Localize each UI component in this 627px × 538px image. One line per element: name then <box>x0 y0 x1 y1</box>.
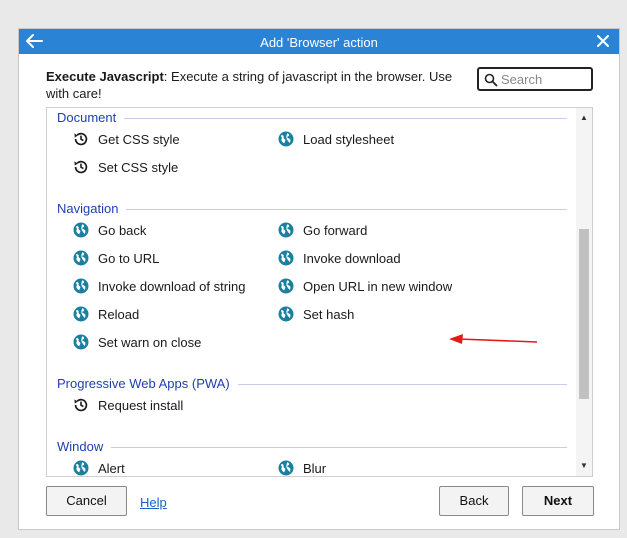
list-item-go-back[interactable]: Go back <box>73 220 146 240</box>
list-item-label: Alert <box>98 460 125 476</box>
globe-icon <box>73 222 89 238</box>
search-box[interactable] <box>477 67 593 91</box>
globe-icon <box>278 250 294 266</box>
section-pwa: Progressive Web Apps (PWA) <box>57 376 567 394</box>
search-input[interactable] <box>501 71 589 87</box>
section-label: Window <box>57 439 112 454</box>
dialog-titlebar: Add 'Browser' action <box>19 29 619 54</box>
list-item-set-warn-on-close[interactable]: Set warn on close <box>73 332 201 352</box>
back-button[interactable]: Back <box>439 486 509 516</box>
list-item-label: Invoke download of string <box>98 278 246 294</box>
list-item-go-forward[interactable]: Go forward <box>278 220 367 240</box>
globe-icon <box>73 306 89 322</box>
list-item-label: Request install <box>98 397 184 413</box>
next-button[interactable]: Next <box>522 486 594 516</box>
list-item-label: Open URL in new window <box>303 278 453 294</box>
section-label: Document <box>57 110 125 125</box>
list-item-set-hash[interactable]: Set hash <box>278 304 354 324</box>
section-divider <box>57 209 567 210</box>
globe-icon <box>278 278 294 294</box>
list-item-label: Get CSS style <box>98 131 180 147</box>
globe-icon <box>278 460 294 476</box>
scroll-down-icon[interactable]: ▼ <box>576 458 592 474</box>
refresh-clock-icon <box>73 159 89 175</box>
list-item-blur[interactable]: Blur <box>278 458 327 476</box>
refresh-clock-icon <box>73 397 89 413</box>
list-item-request-install[interactable]: Request install <box>73 395 183 415</box>
section-window: Window <box>57 439 567 457</box>
help-link[interactable]: Help <box>140 495 167 510</box>
dialog-title: Add 'Browser' action <box>260 35 378 50</box>
list-item-label: Go to URL <box>98 250 160 266</box>
section-label: Progressive Web Apps (PWA) <box>57 376 238 391</box>
list-item-set-css-style[interactable]: Set CSS style <box>73 157 178 177</box>
globe-icon <box>278 306 294 322</box>
action-name: Execute Javascript <box>46 69 164 84</box>
close-icon[interactable] <box>595 33 611 49</box>
refresh-clock-icon <box>73 131 89 147</box>
list-item-label: Go forward <box>303 222 368 238</box>
list-item-label: Set warn on close <box>98 334 202 350</box>
section-document: Document <box>57 110 567 128</box>
search-icon <box>484 73 498 87</box>
annotation-arrow-icon <box>449 334 538 344</box>
action-list[interactable]: Document Get CSS style Load stylesheet S… <box>46 107 593 477</box>
list-item-get-css-style[interactable]: Get CSS style <box>73 129 180 149</box>
list-item-invoke-download-of-string[interactable]: Invoke download of string <box>73 276 245 296</box>
add-browser-action-dialog: Add 'Browser' action Execute Javascript:… <box>18 28 620 530</box>
scroll-up-icon[interactable]: ▲ <box>576 110 592 126</box>
globe-icon <box>278 222 294 238</box>
list-item-open-url-in-new-window[interactable]: Open URL in new window <box>278 276 452 296</box>
list-item-invoke-download[interactable]: Invoke download <box>278 248 401 268</box>
section-navigation: Navigation <box>57 201 567 219</box>
list-item-go-to-url[interactable]: Go to URL <box>73 248 159 268</box>
list-item-label: Load stylesheet <box>303 131 395 147</box>
globe-icon <box>278 131 294 147</box>
section-divider <box>57 447 567 448</box>
list-item-label: Go back <box>98 222 147 238</box>
section-divider <box>57 118 567 119</box>
globe-icon <box>73 250 89 266</box>
vertical-scrollbar[interactable]: ▲ ▼ <box>576 108 592 476</box>
action-description: Execute Javascript: Execute a string of … <box>46 68 476 102</box>
globe-icon <box>73 334 89 350</box>
list-item-load-stylesheet[interactable]: Load stylesheet <box>278 129 394 149</box>
list-item-alert[interactable]: Alert <box>73 458 125 476</box>
globe-icon <box>73 278 89 294</box>
section-label: Navigation <box>57 201 127 216</box>
cancel-button[interactable]: Cancel <box>46 486 127 516</box>
list-item-label: Invoke download <box>303 250 401 266</box>
list-item-label: Set hash <box>303 306 355 322</box>
scrollbar-thumb[interactable] <box>579 229 589 399</box>
list-item-label: Set CSS style <box>98 159 179 175</box>
globe-icon <box>73 460 89 476</box>
list-item-label: Blur <box>303 460 327 476</box>
list-item-label: Reload <box>98 306 140 322</box>
list-item-reload[interactable]: Reload <box>73 304 139 324</box>
